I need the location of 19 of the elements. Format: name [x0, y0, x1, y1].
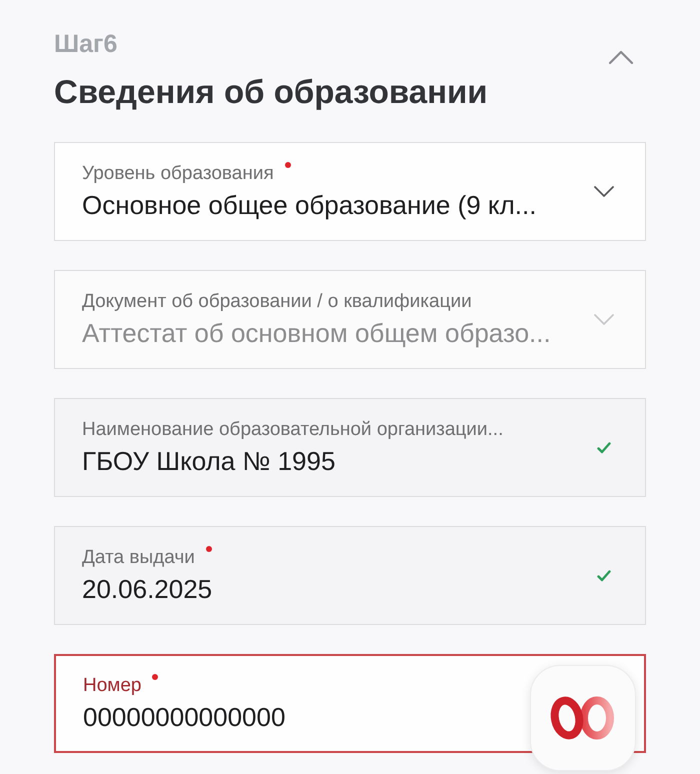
chevron-down-icon: [594, 186, 614, 198]
step-label: Шаг6: [54, 29, 118, 59]
field-label: Дата выдачи: [82, 546, 195, 570]
field-label: Документ об образовании / о квалификации: [82, 290, 472, 314]
field-label: Номер: [83, 674, 142, 698]
field-value: Основное общее образование (9 кл...: [82, 188, 536, 222]
section-title: Сведения об образовании: [54, 72, 488, 112]
field-value: ГБОУ Школа № 1995: [82, 444, 336, 478]
collapse-button[interactable]: [608, 49, 634, 65]
chevron-down-icon: [594, 314, 614, 326]
text-field[interactable]: Дата выдачи 20.06.2025: [54, 526, 646, 625]
text-field[interactable]: Наименование образовательной организации... ГБОУ Школа № 1995: [54, 398, 646, 497]
field-label: Наименование образовательной организации...: [82, 418, 504, 442]
floating-logo-button-overlay[interactable]: [530, 665, 636, 771]
field-value: 20.06.2025: [82, 572, 212, 606]
field-label: Уровень образования: [82, 162, 274, 186]
select-field[interactable]: Уровень образования Основное общее образование (9 кл...: [54, 142, 646, 241]
field-value: 00000000000000: [83, 700, 286, 734]
field-value: Аттестат об основном общем образо...: [82, 316, 551, 350]
